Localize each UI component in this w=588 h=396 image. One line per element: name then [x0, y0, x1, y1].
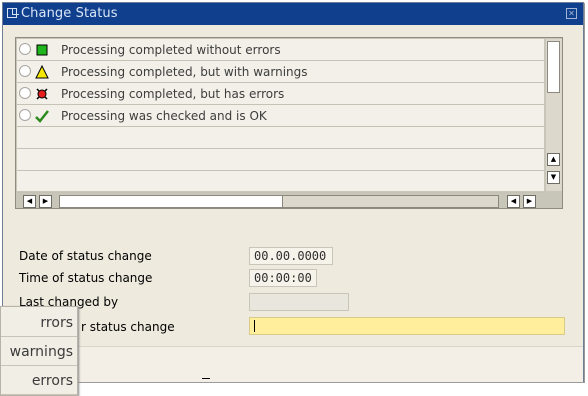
vertical-scrollbar[interactable]: ▲ ▼: [546, 39, 562, 191]
scroll-right-icon[interactable]: ▶: [39, 195, 52, 208]
divider: [202, 378, 210, 379]
status-radio[interactable]: [19, 87, 31, 99]
changed-by-field: [249, 293, 349, 311]
scroll-left-icon[interactable]: ◀: [23, 195, 36, 208]
text-cursor: [254, 320, 255, 332]
status-row-red[interactable]: Processing completed, but has errors: [17, 83, 544, 105]
scroll-down-icon[interactable]: ▼: [547, 171, 560, 184]
horizontal-scroll-track[interactable]: [59, 195, 499, 208]
scroll-thumb[interactable]: [547, 41, 560, 93]
close-icon[interactable]: ✕: [566, 8, 577, 19]
date-field[interactable]: 00.00.0000: [249, 247, 333, 265]
scroll-left-icon[interactable]: ◀: [507, 195, 520, 208]
empty-row: [17, 171, 544, 193]
status-row-green[interactable]: Processing completed without errors: [17, 39, 544, 61]
empty-row: [17, 127, 544, 149]
status-list: Processing completed without errors Proc…: [15, 37, 563, 209]
reason-label: r status change: [81, 320, 175, 334]
status-dropdown[interactable]: rrors warnings errors: [0, 306, 78, 396]
empty-row: [17, 149, 544, 171]
dialog-title: Change Status: [21, 6, 118, 21]
status-radio[interactable]: [19, 109, 31, 121]
status-label: Processing completed, but has errors: [61, 87, 285, 101]
date-label: Date of status change: [19, 249, 152, 263]
status-radio[interactable]: [19, 43, 31, 55]
green-square-icon: [36, 44, 48, 56]
green-check-icon: [35, 110, 49, 123]
dropdown-item[interactable]: rrors: [1, 309, 77, 337]
dropdown-item[interactable]: errors: [1, 367, 77, 395]
status-label: Processing was checked and is OK: [61, 109, 267, 123]
red-circle-icon: [36, 88, 48, 100]
window-icon: [7, 8, 19, 18]
horizontal-scroll-thumb[interactable]: [60, 196, 283, 207]
dropdown-item[interactable]: warnings: [1, 338, 77, 366]
reason-field[interactable]: [249, 317, 565, 335]
status-label: Processing completed, but with warnings: [61, 65, 308, 79]
yellow-triangle-icon: [35, 65, 49, 79]
scroll-up-icon[interactable]: ▲: [547, 153, 560, 166]
status-list-area: Processing completed without errors Proc…: [17, 39, 544, 193]
status-row-yellow[interactable]: Processing completed, but with warnings: [17, 61, 544, 83]
time-field[interactable]: 00:00:00: [249, 269, 317, 287]
title-bar[interactable]: Change Status ✕: [3, 3, 583, 25]
status-label: Processing completed without errors: [61, 43, 281, 57]
status-row-check[interactable]: Processing was checked and is OK: [17, 105, 544, 127]
change-status-dialog: Change Status ✕ Processing completed wit…: [2, 2, 584, 382]
scroll-right-icon[interactable]: ▶: [523, 195, 536, 208]
status-radio[interactable]: [19, 65, 31, 77]
horizontal-scrollbar[interactable]: ◀ ▶ ◀ ▶: [17, 195, 536, 209]
dialog-footer: [3, 346, 583, 382]
time-label: Time of status change: [19, 271, 153, 285]
